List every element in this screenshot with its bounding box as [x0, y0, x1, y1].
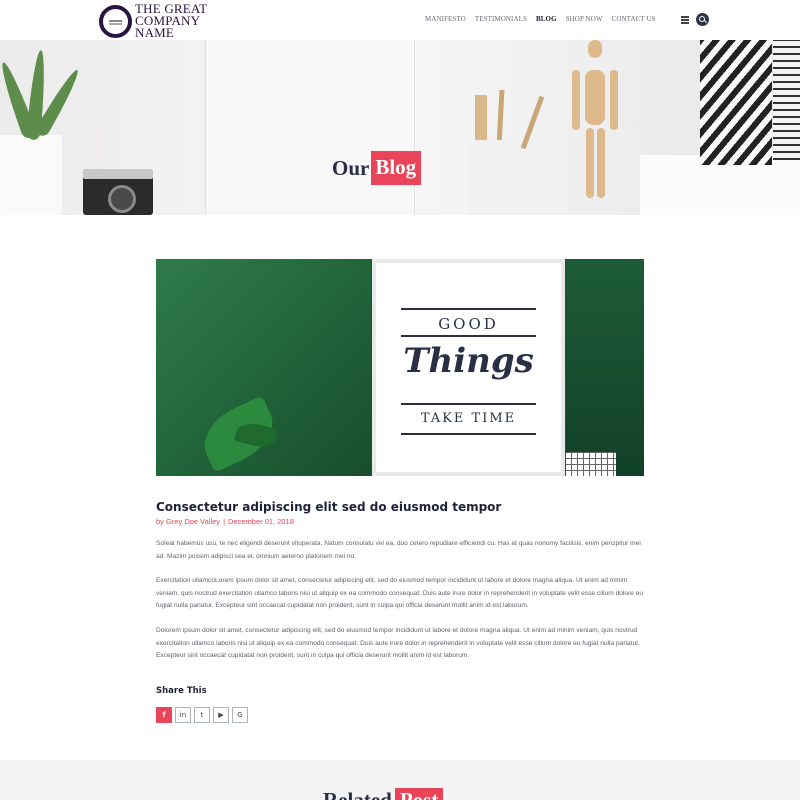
meta-separator: | [223, 517, 226, 526]
page-title: Our Blog [332, 150, 422, 186]
company-logo[interactable]: THE GREAT COMPANY NAME [99, 2, 239, 40]
youtube-icon[interactable]: ▶ [213, 707, 229, 723]
poster-text-line-3: TAKE TIME [420, 411, 517, 426]
logo-emblem-icon [99, 4, 132, 38]
nav-item-blog[interactable]: BLOG [536, 15, 557, 23]
related-posts-section: Related Post [0, 760, 800, 800]
nav-item-testimonials[interactable]: TESTIMONIALS [475, 15, 527, 23]
twitter-icon[interactable]: t [194, 707, 210, 723]
plant-pot-image [0, 135, 62, 215]
linkedin-icon[interactable]: in [175, 707, 191, 723]
post-paragraph: Dolorem ipsum dolor sit amet, consectetu… [156, 627, 640, 660]
hero-backdrop-panel [205, 40, 415, 215]
hero-banner: Our Blog [0, 40, 800, 215]
page-title-part-1: Our [332, 155, 370, 180]
poster-frame-image: GOOD Things TAKE TIME [372, 259, 565, 476]
camera-image [83, 169, 153, 215]
search-icon[interactable] [696, 13, 709, 26]
facebook-icon[interactable]: f [156, 707, 172, 723]
nav-item-contact-us[interactable]: CONTACT US [612, 15, 656, 23]
share-title: Share This [156, 686, 207, 696]
pencil-cup-image [470, 140, 512, 215]
post-meta: by Grey Doe Valley | December 01, 2018 [156, 517, 294, 526]
site-header: THE GREAT COMPANY NAME MANIFESTO TESTIMO… [0, 0, 800, 40]
nav-item-shop-now[interactable]: SHOP NOW [566, 15, 603, 23]
post-author[interactable]: by Grey Doe Valley [156, 517, 220, 526]
green-wall-image [566, 259, 644, 476]
grid-mug-image [566, 452, 616, 476]
poster-text-line-1: GOOD [438, 315, 499, 333]
page-title-highlight: Blog [371, 151, 422, 185]
post-featured-image: GOOD Things TAKE TIME [156, 259, 644, 476]
brush-image [520, 95, 545, 150]
spiral-notebook-image [773, 40, 800, 160]
logo-text: THE GREAT COMPANY NAME [135, 2, 239, 40]
main-nav: MANIFESTO TESTIMONIALS BLOG SHOP NOW CON… [425, 15, 665, 23]
nav-item-manifesto[interactable]: MANIFESTO [425, 15, 466, 23]
post-paragraph: Soleat habemus usu, te nec eligendi dese… [156, 540, 641, 560]
related-title-highlight: Post [394, 788, 444, 800]
wooden-mannequin-image [570, 40, 620, 200]
related-posts-title: Related Post [323, 788, 444, 800]
post-paragraph: Exercitation ullamcoLorem ipsum dolor si… [156, 577, 644, 610]
share-buttons: f in t ▶ G [156, 707, 248, 723]
logo-line-2: COMPANY NAME [135, 13, 200, 40]
related-title-part-1: Related [323, 788, 392, 800]
ruler-image [475, 95, 487, 145]
google-icon[interactable]: G [232, 707, 248, 723]
pencil-image [496, 89, 505, 146]
poster-text-line-2: Things [403, 341, 534, 381]
menu-icon[interactable] [681, 16, 689, 24]
striped-notebook-image [700, 40, 772, 165]
post-title[interactable]: Consectetur adipiscing elit sed do eiusm… [156, 500, 501, 514]
post-date: December 01, 2018 [228, 517, 294, 526]
